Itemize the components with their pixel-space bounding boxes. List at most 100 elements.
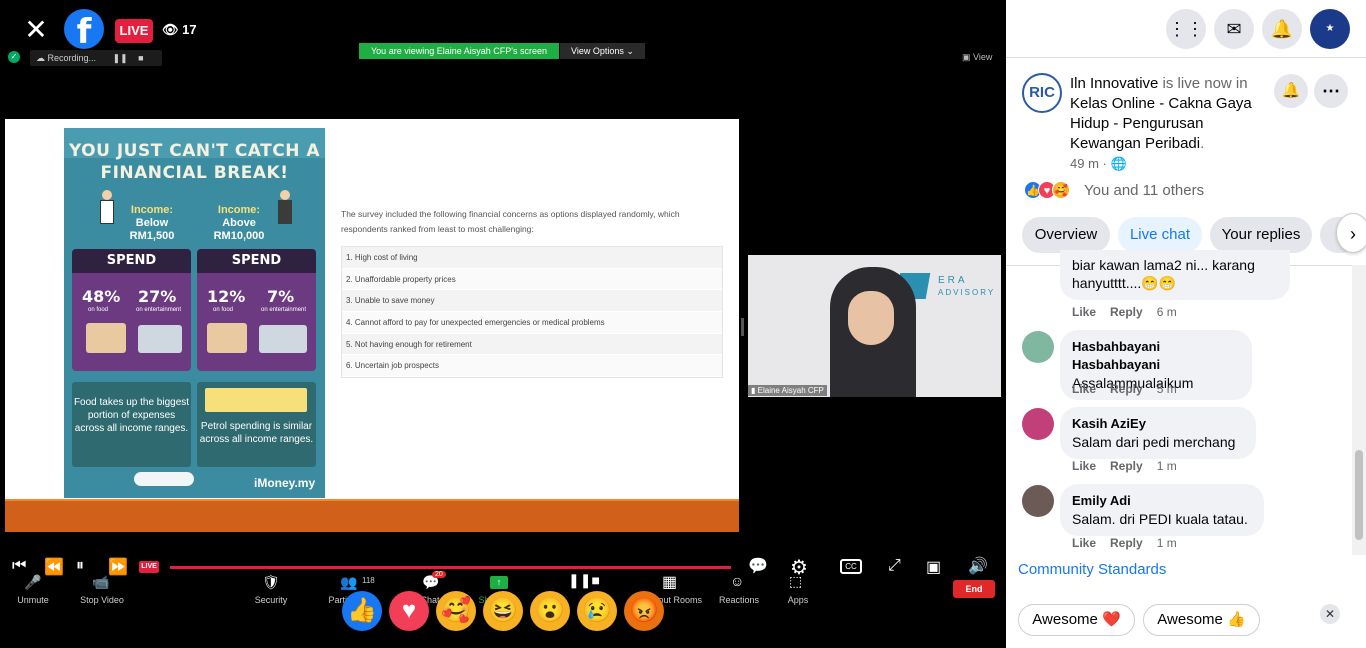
community-standards-link[interactable]: Community Standards — [1018, 561, 1166, 578]
petrol-fact-text: Petrol spending is similar across all in… — [199, 421, 314, 445]
food-illustration — [207, 323, 247, 353]
view-button[interactable]: ▣ View — [962, 52, 992, 63]
video-camera-icon[interactable]: 📹 — [92, 574, 109, 591]
comment-actions: Like Reply 6 m — [1072, 305, 1191, 319]
closed-captions-icon[interactable]: CC — [840, 559, 862, 574]
stop-video-button[interactable]: Stop Video — [74, 595, 130, 605]
like-reaction-icon[interactable]: 👍 — [342, 591, 382, 631]
channel-name[interactable]: Iln Innovative — [1070, 75, 1158, 92]
like-button[interactable]: Like — [1072, 382, 1096, 396]
reactions-button[interactable]: Reactions — [716, 595, 762, 605]
apps-button[interactable]: Apps — [784, 595, 812, 605]
survey-intro-text: The survey included the following financ… — [341, 209, 680, 234]
sad-reaction-icon[interactable]: 😢 — [577, 591, 617, 631]
microphone-muted-icon[interactable]: 🎤 — [24, 574, 41, 591]
angry-reaction-icon[interactable]: 😡 — [624, 591, 664, 631]
commenter-name[interactable]: Kasih AziEy — [1072, 415, 1244, 433]
apps-icon[interactable]: ⬚ — [789, 573, 802, 590]
concerns-list: 1. High cost of living 2. Unaffordable p… — [341, 246, 723, 379]
title-period: . — [1200, 135, 1205, 152]
care-icon: 🥰 — [1052, 181, 1070, 199]
stop-icon[interactable]: ■ — [138, 53, 143, 63]
messenger-icon[interactable]: ✉ — [1214, 9, 1254, 49]
avatar[interactable] — [1022, 485, 1054, 517]
on-food-label: on food — [213, 307, 234, 313]
captions-chat-icon[interactable]: 💬 — [748, 556, 768, 576]
imoney-brand: iMoney.my — [254, 476, 316, 490]
channel-avatar[interactable]: RIC — [1022, 73, 1062, 113]
group-name[interactable]: Kelas Online - Cakna Gaya Hidup - Pengur… — [1070, 95, 1252, 152]
presenter-face — [848, 291, 894, 345]
reactions-icon[interactable]: ☺ — [730, 573, 744, 589]
tab-live-chat[interactable]: Live chat — [1118, 217, 1202, 253]
entertainment-illustration — [259, 325, 307, 353]
list-item: 6. Uncertain job prospects — [342, 355, 722, 378]
avatar[interactable] — [1022, 408, 1054, 440]
viewer-count: 👁 17 — [162, 22, 197, 38]
reply-button[interactable]: Reply — [1110, 459, 1143, 473]
reply-button[interactable]: Reply — [1110, 305, 1143, 319]
care-reaction-icon[interactable]: 🥰 — [436, 591, 476, 631]
resize-handle[interactable] — [741, 318, 744, 336]
rewind-icon[interactable]: ⏪ — [44, 557, 64, 577]
end-meeting-button[interactable]: End — [953, 580, 995, 598]
era-brand-text: ERA — [938, 275, 968, 286]
picture-in-picture-icon[interactable]: ▣ — [926, 557, 941, 577]
like-button[interactable]: Like — [1072, 459, 1096, 473]
live-badge: LIVE — [115, 19, 153, 43]
avatar[interactable] — [1022, 331, 1054, 363]
time-ago: 49 m · — [1070, 156, 1111, 171]
presenter-name-label: ▮ Elaine Aisyah CFP — [748, 385, 827, 396]
wow-reaction-icon[interactable]: 😮 — [530, 591, 570, 631]
food-illustration — [86, 323, 126, 353]
progress-bar[interactable] — [170, 566, 731, 569]
share-screen-icon[interactable]: ↑ — [490, 576, 508, 589]
scroll-thumb[interactable] — [1355, 450, 1363, 540]
like-button[interactable]: Like — [1072, 536, 1096, 550]
reply-button[interactable]: Reply — [1110, 382, 1143, 396]
commenter-name[interactable]: Hasbahbayani Hasbahbayani — [1072, 338, 1240, 374]
close-icon[interactable]: ✕ — [1320, 604, 1340, 624]
security-button[interactable]: Security — [250, 595, 292, 605]
record-pause-icon[interactable]: ❚❚■ — [568, 572, 600, 589]
security-shield-icon[interactable]: 🛡 — [262, 574, 280, 591]
view-options-button[interactable]: View Options ⌄ — [560, 43, 645, 59]
skip-back-icon[interactable]: ⏮ — [12, 557, 26, 575]
quick-reply-awesome-heart[interactable]: Awesome ❤️ — [1018, 604, 1135, 636]
eye-icon: 👁 — [162, 22, 179, 37]
on-entertainment-label: on entertainment — [136, 307, 182, 313]
commenter-name[interactable]: Emily Adi — [1072, 492, 1252, 510]
close-icon[interactable]: ✕ — [22, 16, 50, 44]
reply-button[interactable]: Reply — [1110, 536, 1143, 550]
comment-time: 5 m — [1156, 382, 1177, 396]
tab-overview[interactable]: Overview — [1022, 217, 1110, 253]
presenter-video[interactable]: ERA ADVISORY ▮ Elaine Aisyah CFP — [748, 255, 1001, 397]
love-reaction-icon[interactable]: ♥ — [389, 591, 429, 631]
haha-reaction-icon[interactable]: 😆 — [483, 591, 523, 631]
participants-icon[interactable]: 👥 — [340, 574, 357, 591]
unmute-button[interactable]: Unmute — [10, 595, 56, 605]
follow-bell-icon[interactable]: 🔔 — [1274, 74, 1308, 108]
volume-icon[interactable]: 🔊 — [968, 556, 988, 576]
pct-food: 48% — [82, 287, 121, 306]
viewer-count-value: 17 — [182, 22, 197, 37]
chevron-right-icon[interactable]: › — [1336, 213, 1366, 253]
pause-button[interactable]: ⏸ — [76, 557, 84, 575]
spend-box-high: SPEND 12% 7% on food on entertainment — [197, 249, 316, 371]
spend-heading: SPEND — [72, 249, 191, 273]
breakout-rooms-icon[interactable]: ▦ — [662, 572, 677, 592]
like-button[interactable]: Like — [1072, 305, 1096, 319]
more-options-icon[interactable]: ⋯ — [1314, 74, 1348, 108]
reaction-count-text[interactable]: You and 11 others — [1084, 182, 1204, 199]
fullscreen-icon[interactable]: ⤢ — [888, 557, 901, 575]
menu-grid-icon[interactable]: ⋮⋮ — [1166, 9, 1206, 49]
comment-time: 1 m — [1156, 459, 1177, 473]
forward-icon[interactable]: ⏩ — [108, 557, 128, 577]
pause-icon[interactable]: ❚❚ — [113, 53, 128, 63]
notifications-bell-icon[interactable]: 🔔 — [1262, 9, 1302, 49]
quick-reply-awesome-thumb[interactable]: Awesome 👍 — [1143, 604, 1260, 636]
globe-icon: 🌐 — [1110, 156, 1127, 171]
tab-your-replies[interactable]: Your replies — [1210, 217, 1312, 253]
facebook-logo-icon[interactable]: f — [64, 9, 104, 49]
profile-avatar[interactable]: ★ — [1310, 9, 1350, 49]
